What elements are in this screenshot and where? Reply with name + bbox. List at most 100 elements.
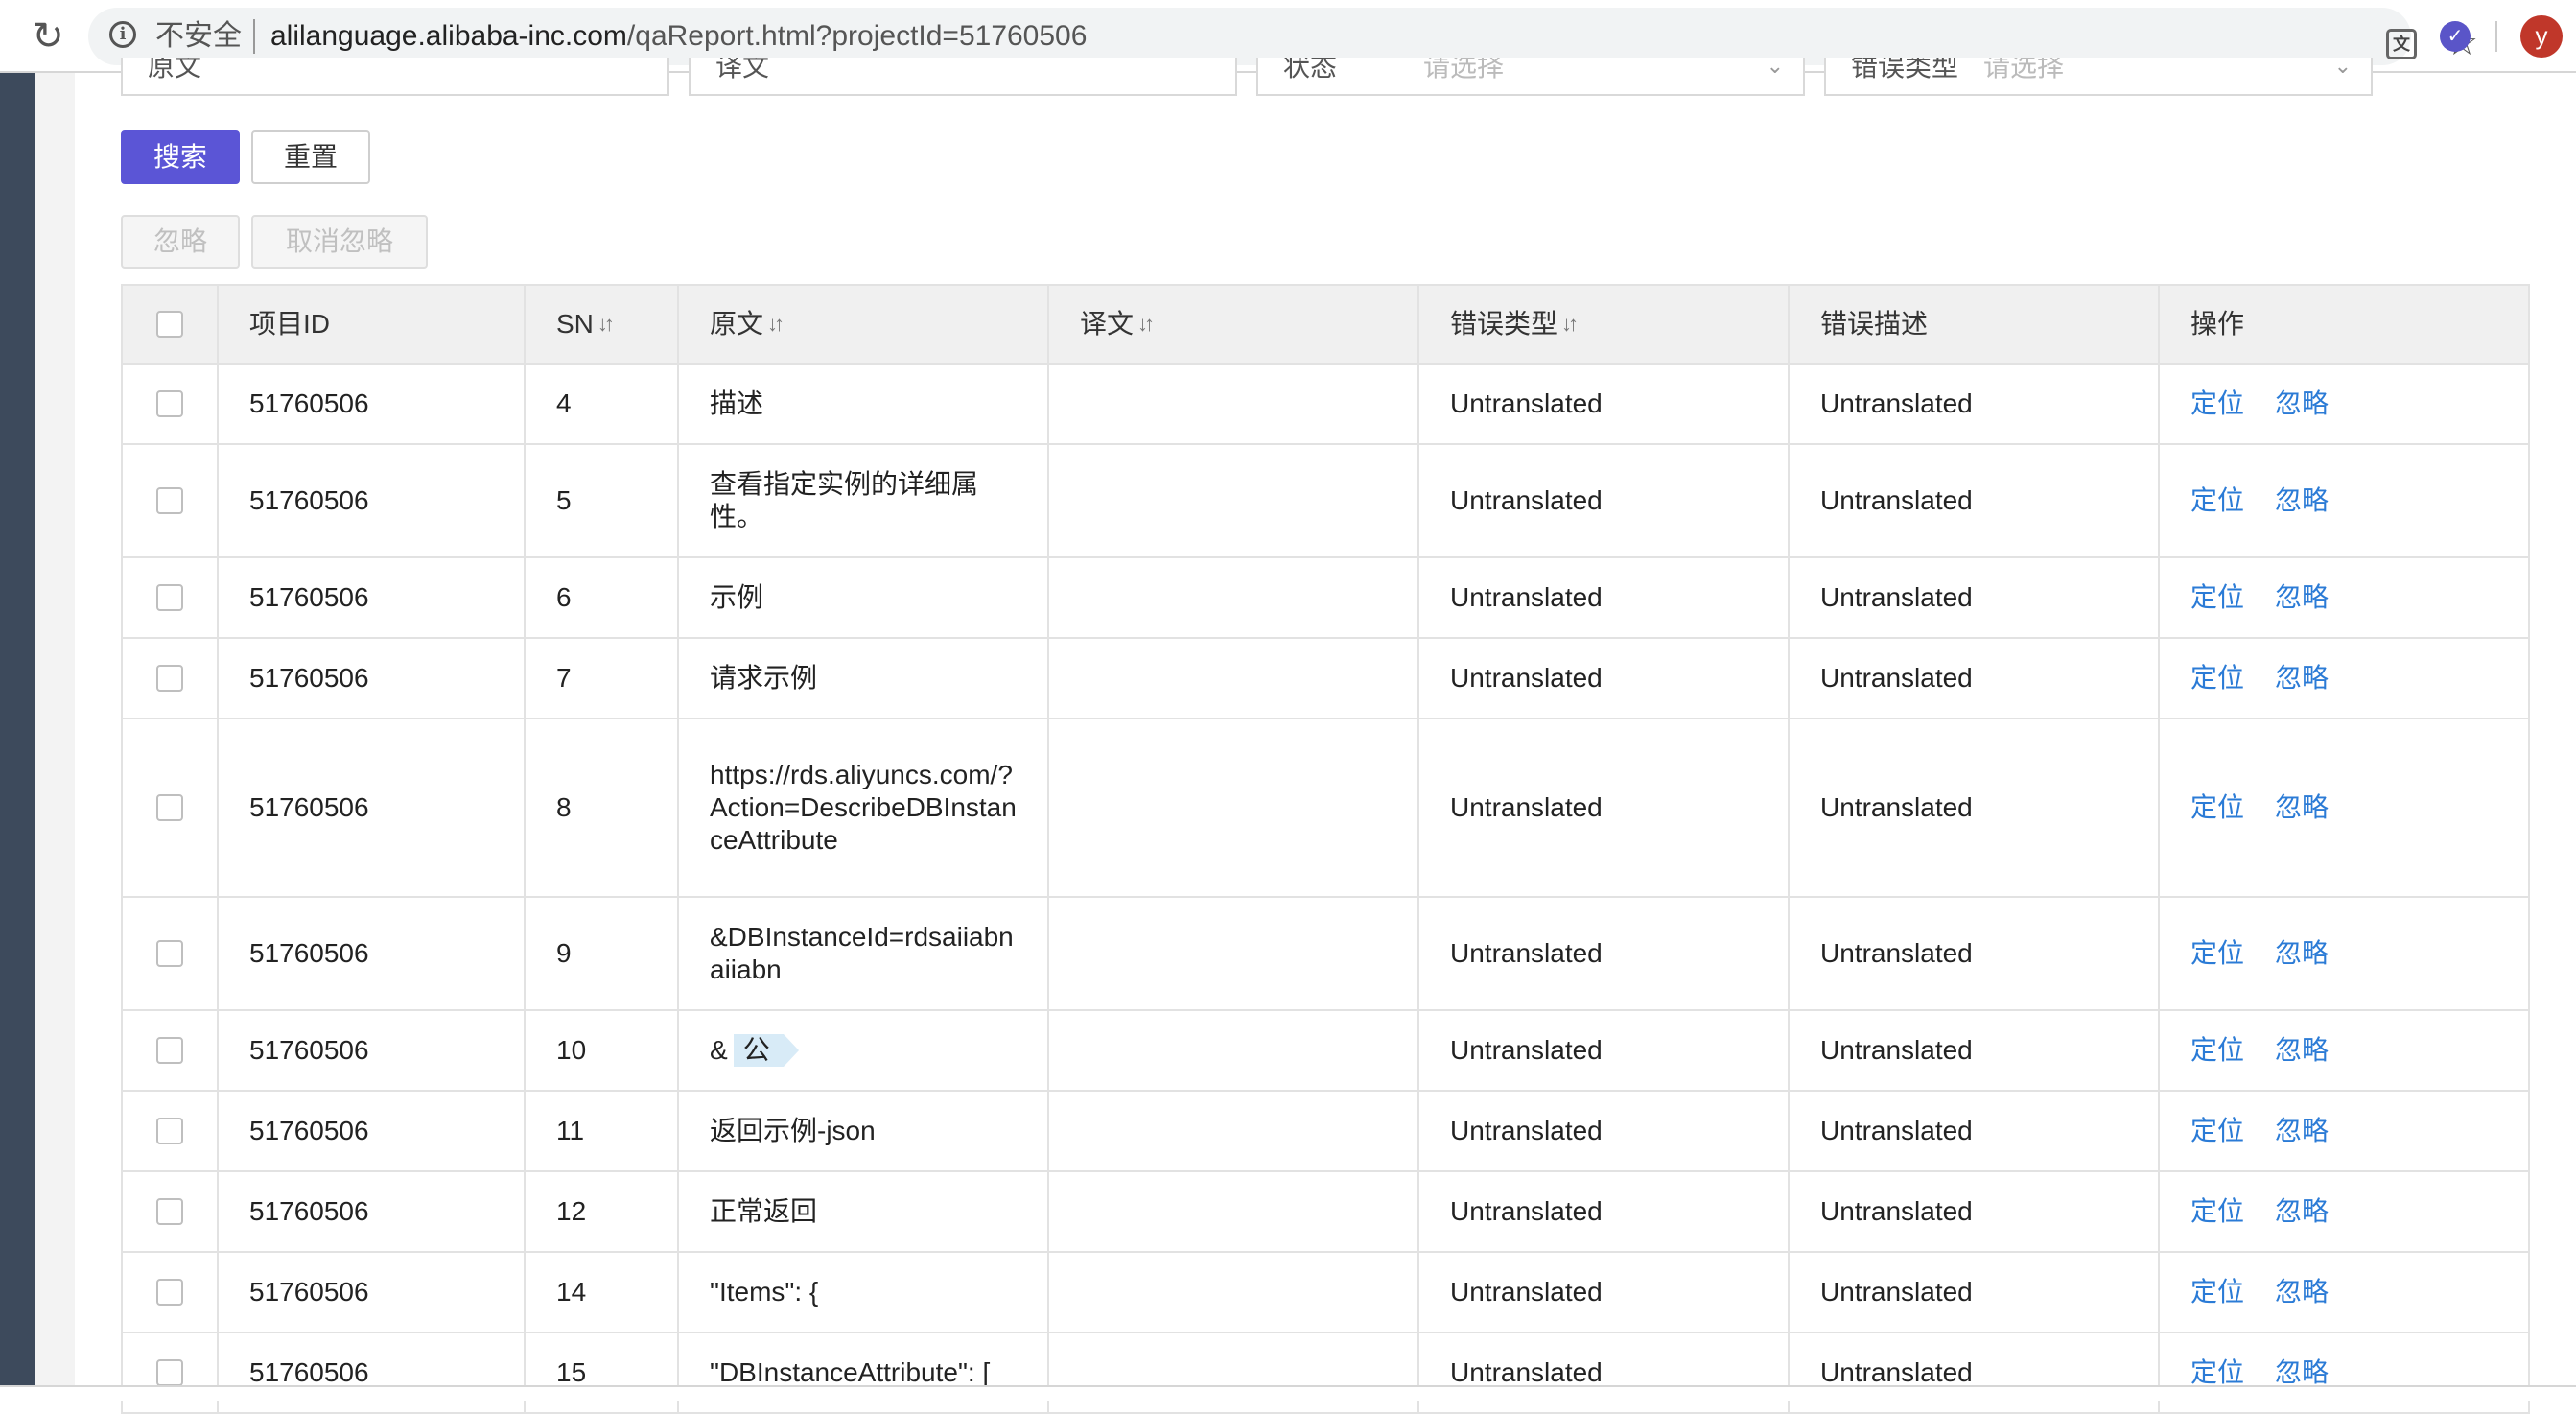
qa-report-table: 项目ID SN ↓↑ 原文 ↓↑ 译文 ↓↑ 错误类型 ↓↑ 错误描述 操作 51760…: [121, 284, 2530, 1414]
row-select-cell: [123, 719, 217, 896]
header-source[interactable]: 原文 ↓↑: [677, 286, 1047, 363]
ignore-link[interactable]: 忽略: [2275, 1356, 2329, 1389]
sort-icon[interactable]: ↓↑: [767, 308, 785, 341]
translate-icon[interactable]: 文: [2386, 29, 2417, 59]
row-checkbox[interactable]: [156, 390, 183, 417]
cell-target: [1047, 719, 1417, 896]
locate-link[interactable]: 定位: [2190, 662, 2244, 695]
cell-target: [1047, 558, 1417, 637]
cell-sn: 11: [524, 1092, 677, 1170]
address-bar[interactable]: i 不安全 alilanguage.alibaba-inc.com/qaRepo…: [88, 8, 2478, 65]
row-checkbox[interactable]: [156, 665, 183, 692]
cell-source-text: 返回示例-json: [710, 1116, 876, 1145]
locate-link[interactable]: 定位: [2190, 581, 2244, 614]
cell-source: 返回示例-json: [677, 1092, 1047, 1170]
profile-avatar[interactable]: y: [2520, 15, 2563, 58]
cell-project-id-text: 51760506: [249, 582, 369, 612]
reload-icon[interactable]: ↻: [29, 17, 67, 56]
locate-link[interactable]: 定位: [2190, 388, 2244, 420]
cell-source-text: 请求示例: [710, 663, 818, 693]
cell-actions: 定位 忽略: [2158, 365, 2528, 443]
row-checkbox[interactable]: [156, 940, 183, 967]
header-target[interactable]: 译文 ↓↑: [1047, 286, 1417, 363]
cell-error-type: Untranslated: [1417, 1172, 1788, 1251]
cell-target: [1047, 365, 1417, 443]
ignore-link[interactable]: 忽略: [2275, 662, 2329, 695]
locate-link[interactable]: 定位: [2190, 1115, 2244, 1147]
ignore-link[interactable]: 忽略: [2275, 937, 2329, 970]
cell-sn-text: 8: [556, 792, 572, 822]
locate-link[interactable]: 定位: [2190, 484, 2244, 517]
cell-target: [1047, 639, 1417, 718]
select-all-checkbox[interactable]: [156, 311, 183, 338]
cell-error-desc-text: Untranslated: [1820, 1277, 1973, 1307]
security-label[interactable]: 不安全: [155, 19, 242, 54]
search-button[interactable]: 搜索: [121, 130, 240, 184]
cell-source-text: 描述: [710, 389, 764, 418]
cell-error-type-text: Untranslated: [1450, 1035, 1603, 1065]
source-filter-input[interactable]: 原文: [121, 58, 669, 96]
cell-error-type-text: Untranslated: [1450, 1277, 1603, 1307]
target-filter-input[interactable]: 译文: [689, 58, 1237, 96]
header-sn[interactable]: SN ↓↑: [524, 286, 677, 363]
row-select-cell: [123, 1253, 217, 1332]
status-filter-label: 状态: [1283, 58, 1338, 82]
locate-link[interactable]: 定位: [2190, 791, 2244, 824]
cell-error-type-text: Untranslated: [1450, 1196, 1603, 1226]
extension-check-icon[interactable]: ✓: [2440, 21, 2471, 52]
row-checkbox[interactable]: [156, 1359, 183, 1386]
ignore-link[interactable]: 忽略: [2275, 484, 2329, 517]
ignore-button[interactable]: 忽略: [121, 215, 240, 269]
cell-sn-text: 11: [556, 1116, 585, 1145]
unignore-button[interactable]: 取消忽略: [251, 215, 428, 269]
ignore-link[interactable]: 忽略: [2275, 1195, 2329, 1228]
cell-actions: 定位 忽略: [2158, 558, 2528, 637]
reset-button[interactable]: 重置: [251, 130, 370, 184]
cell-error-desc-text: Untranslated: [1820, 582, 1973, 612]
status-filter-select[interactable]: 状态 请选择 ⌄: [1256, 58, 1805, 96]
row-checkbox[interactable]: [156, 584, 183, 611]
sort-icon[interactable]: ↓↑: [597, 308, 615, 341]
row-select-cell: [123, 365, 217, 443]
row-checkbox[interactable]: [156, 1279, 183, 1306]
row-checkbox[interactable]: [156, 487, 183, 514]
cell-error-desc-text: Untranslated: [1820, 389, 1973, 418]
locate-link[interactable]: 定位: [2190, 1034, 2244, 1067]
separator: [253, 19, 255, 54]
error-type-filter-select[interactable]: 错误类型 请选择 ⌄: [1824, 58, 2373, 96]
header-select-cell: [123, 286, 217, 363]
row-checkbox[interactable]: [156, 1198, 183, 1225]
sort-icon[interactable]: ↓↑: [1561, 308, 1579, 341]
locate-link[interactable]: 定位: [2190, 1195, 2244, 1228]
locate-link[interactable]: 定位: [2190, 1356, 2244, 1389]
cell-target: [1047, 1011, 1417, 1090]
url-text[interactable]: alilanguage.alibaba-inc.com/qaReport.htm…: [270, 19, 1087, 54]
chevron-down-icon: ⌄: [1766, 58, 1784, 78]
ignore-link[interactable]: 忽略: [2275, 1034, 2329, 1067]
cell-error-desc-text: Untranslated: [1820, 1035, 1973, 1065]
sort-icon[interactable]: ↓↑: [1137, 308, 1155, 341]
cell-error-type: Untranslated: [1417, 1011, 1788, 1090]
cell-sn-text: 4: [556, 389, 572, 418]
locate-link[interactable]: 定位: [2190, 937, 2244, 970]
row-checkbox[interactable]: [156, 794, 183, 821]
row-checkbox[interactable]: [156, 1037, 183, 1064]
ignore-link[interactable]: 忽略: [2275, 1115, 2329, 1147]
cell-error-type: Untranslated: [1417, 1253, 1788, 1332]
header-error-type[interactable]: 错误类型 ↓↑: [1417, 286, 1788, 363]
cell-target: [1047, 898, 1417, 1009]
ignore-link[interactable]: 忽略: [2275, 581, 2329, 614]
info-icon[interactable]: i: [109, 21, 136, 48]
cell-source: 描述: [677, 365, 1047, 443]
ignore-link[interactable]: 忽略: [2275, 388, 2329, 420]
url-path: /qaReport.html?projectId=51760506: [626, 20, 1088, 52]
ignore-link[interactable]: 忽略: [2275, 791, 2329, 824]
cell-project-id-text: 51760506: [249, 389, 369, 418]
locate-link[interactable]: 定位: [2190, 1276, 2244, 1308]
cell-source-text: 正常返回: [710, 1196, 818, 1226]
row-checkbox[interactable]: [156, 1118, 183, 1144]
error-type-filter-label: 错误类型: [1851, 58, 1959, 82]
target-filter-label: 译文: [715, 58, 770, 82]
ignore-link[interactable]: 忽略: [2275, 1276, 2329, 1308]
cell-sn: 12: [524, 1172, 677, 1251]
